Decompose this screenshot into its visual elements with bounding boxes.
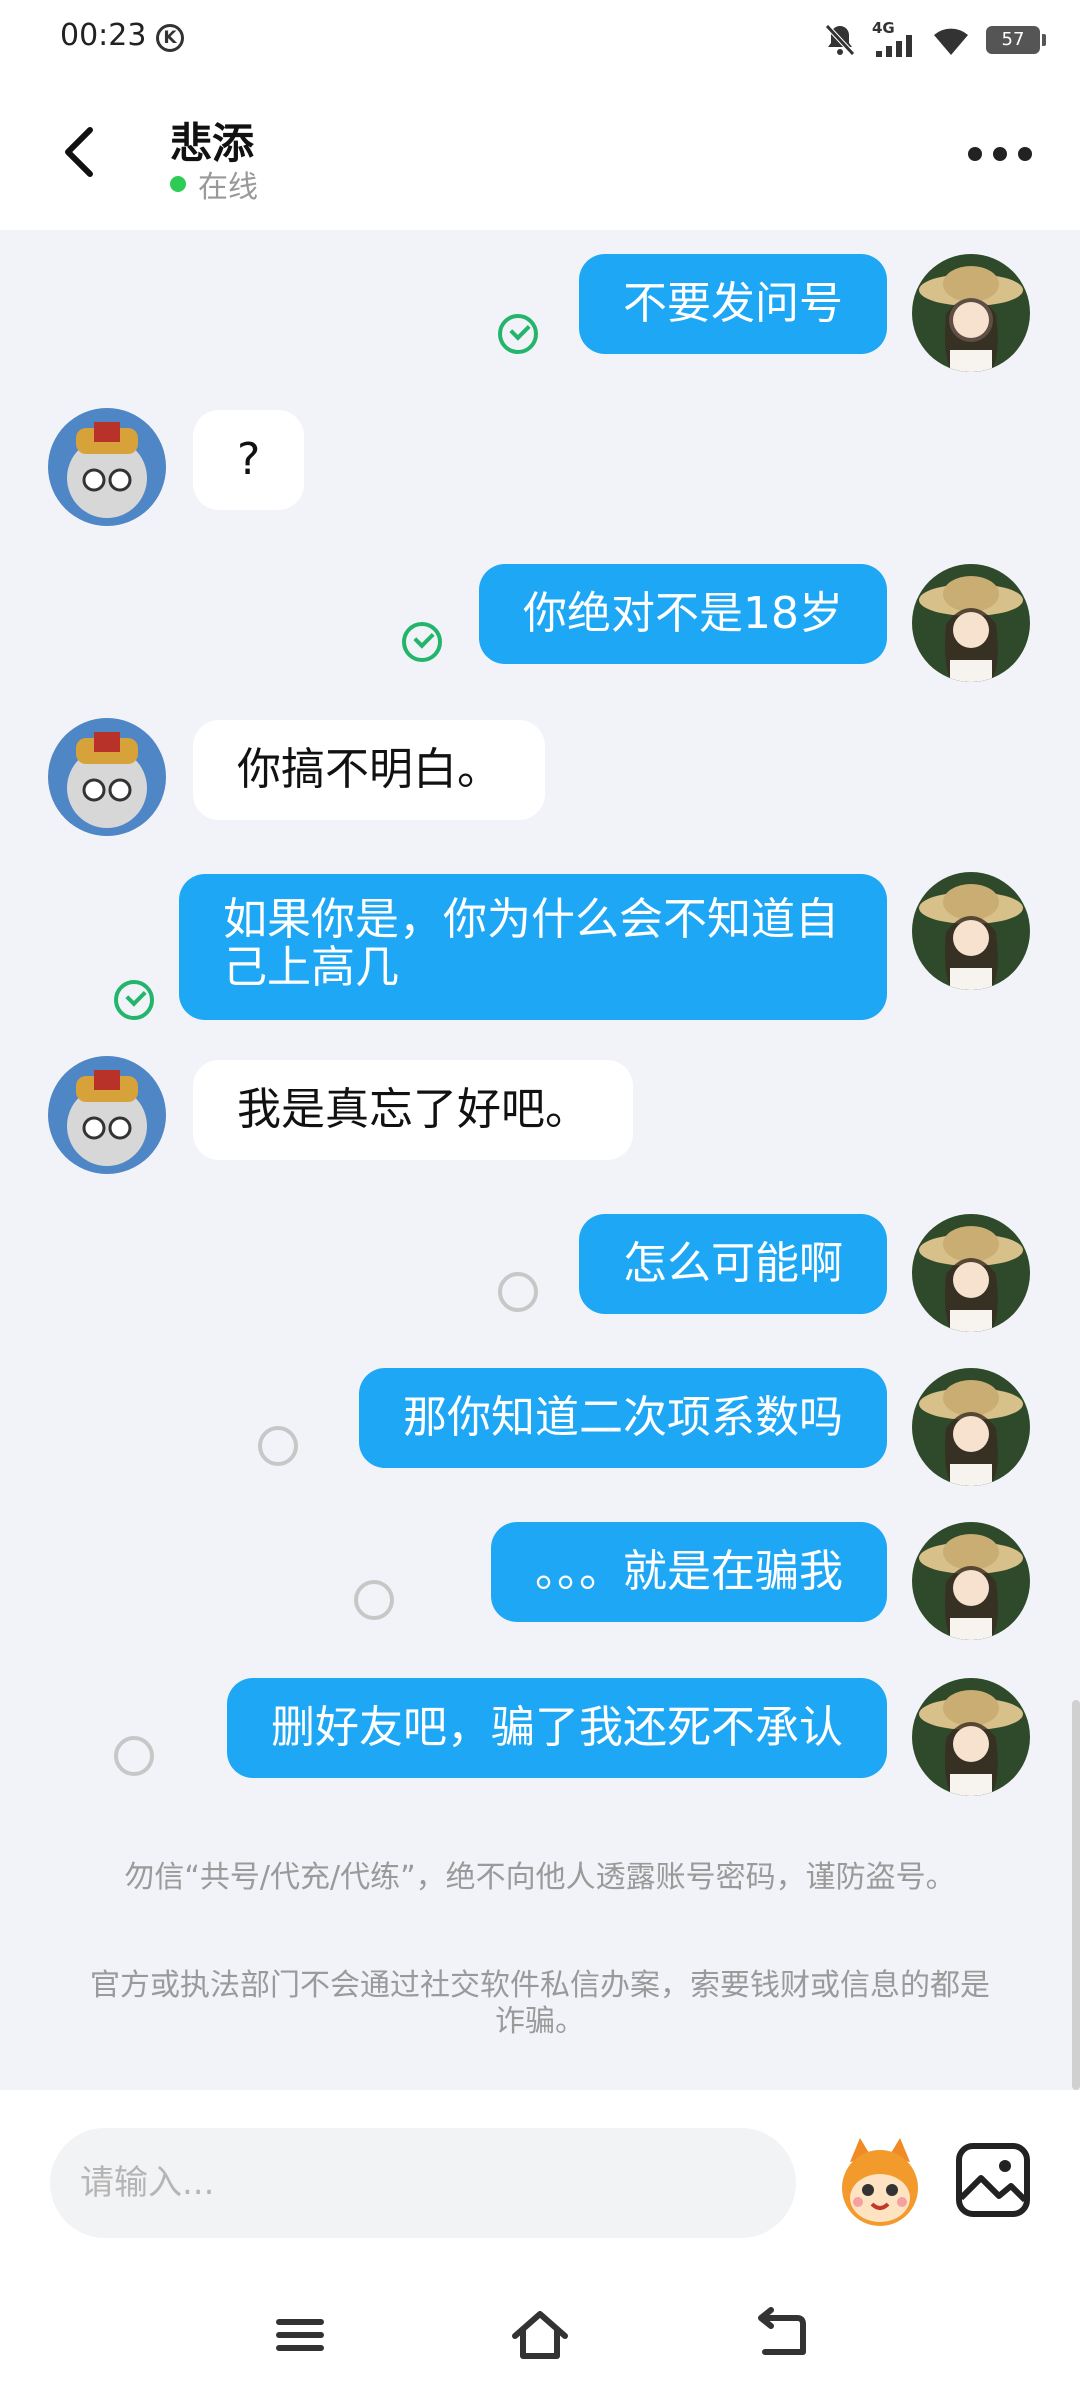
- chevron-left-icon[interactable]: [52, 122, 112, 182]
- sent-status-icon: [258, 1426, 298, 1466]
- my-avatar[interactable]: [912, 1678, 1030, 1796]
- more-dots-icon[interactable]: [968, 142, 1032, 166]
- my-avatar[interactable]: [912, 1214, 1030, 1332]
- system-nav-bar: [0, 2260, 1080, 2400]
- message-list[interactable]: 不要发问号 ? 你绝对不是18岁 你搞不明白。 如果你是，你为什么会不知道自己上…: [0, 230, 1080, 2090]
- message-bubble-sent[interactable]: 不要发问号: [579, 254, 887, 354]
- my-avatar[interactable]: [912, 254, 1030, 372]
- read-check-icon: [402, 622, 442, 662]
- online-dot-icon: [170, 176, 186, 192]
- mascot-emoji-icon[interactable]: [830, 2132, 930, 2232]
- status-bar: 00:23 K 4G 57: [0, 0, 1080, 80]
- contact-avatar[interactable]: [48, 718, 166, 836]
- home-icon[interactable]: [505, 2300, 575, 2370]
- scrollbar[interactable]: [1072, 1700, 1080, 2090]
- message-bubble-received[interactable]: ?: [193, 410, 305, 510]
- read-check-icon: [498, 314, 538, 354]
- my-avatar[interactable]: [912, 872, 1030, 990]
- message-bubble-sent[interactable]: 那你知道二次项系数吗: [359, 1368, 887, 1468]
- signal-icon: 4G: [872, 19, 916, 57]
- my-avatar[interactable]: [912, 564, 1030, 682]
- message-input[interactable]: [50, 2128, 796, 2238]
- battery-icon: 57: [986, 26, 1046, 54]
- input-bar: [0, 2090, 1080, 2260]
- message-bubble-received[interactable]: 你搞不明白。: [193, 720, 545, 820]
- online-label: 在线: [198, 170, 258, 205]
- image-icon[interactable]: [955, 2142, 1031, 2218]
- my-avatar[interactable]: [912, 1522, 1030, 1640]
- fraud-notice: 官方或执法部门不会通过社交软件私信办案，索要钱财或信息的都是诈骗。: [90, 1968, 990, 2039]
- contact-avatar[interactable]: [48, 408, 166, 526]
- contact-avatar[interactable]: [48, 1056, 166, 1174]
- message-bubble-sent[interactable]: 如果你是，你为什么会不知道自己上高几: [179, 874, 887, 1020]
- status-icons: 4G 57: [824, 19, 1046, 58]
- message-bubble-sent[interactable]: 怎么可能啊: [579, 1214, 887, 1314]
- message-bubble-sent[interactable]: 你绝对不是18岁: [479, 564, 887, 664]
- status-time: 00:23: [60, 18, 147, 53]
- message-bubble-received[interactable]: 我是真忘了好吧。: [193, 1060, 633, 1160]
- mute-bell-icon: [825, 24, 855, 56]
- chat-header: 悲添 在线: [0, 80, 1080, 230]
- k-badge-icon: K: [156, 24, 184, 52]
- message-bubble-sent[interactable]: 。。。就是在骗我: [491, 1522, 887, 1622]
- security-notice: 勿信“共号/代充/代练”，绝不向他人透露账号密码，谨防盗号。: [124, 1860, 956, 1895]
- back-arrow-icon[interactable]: [745, 2300, 815, 2370]
- read-check-icon: [114, 980, 154, 1020]
- wifi-icon: [934, 28, 968, 55]
- sent-status-icon: [498, 1272, 538, 1312]
- menu-icon[interactable]: [265, 2300, 335, 2370]
- online-status: 在线: [170, 162, 258, 206]
- sent-status-icon: [354, 1580, 394, 1620]
- sent-status-icon: [114, 1736, 154, 1776]
- my-avatar[interactable]: [912, 1368, 1030, 1486]
- message-bubble-sent[interactable]: 删好友吧，骗了我还死不承认: [227, 1678, 887, 1778]
